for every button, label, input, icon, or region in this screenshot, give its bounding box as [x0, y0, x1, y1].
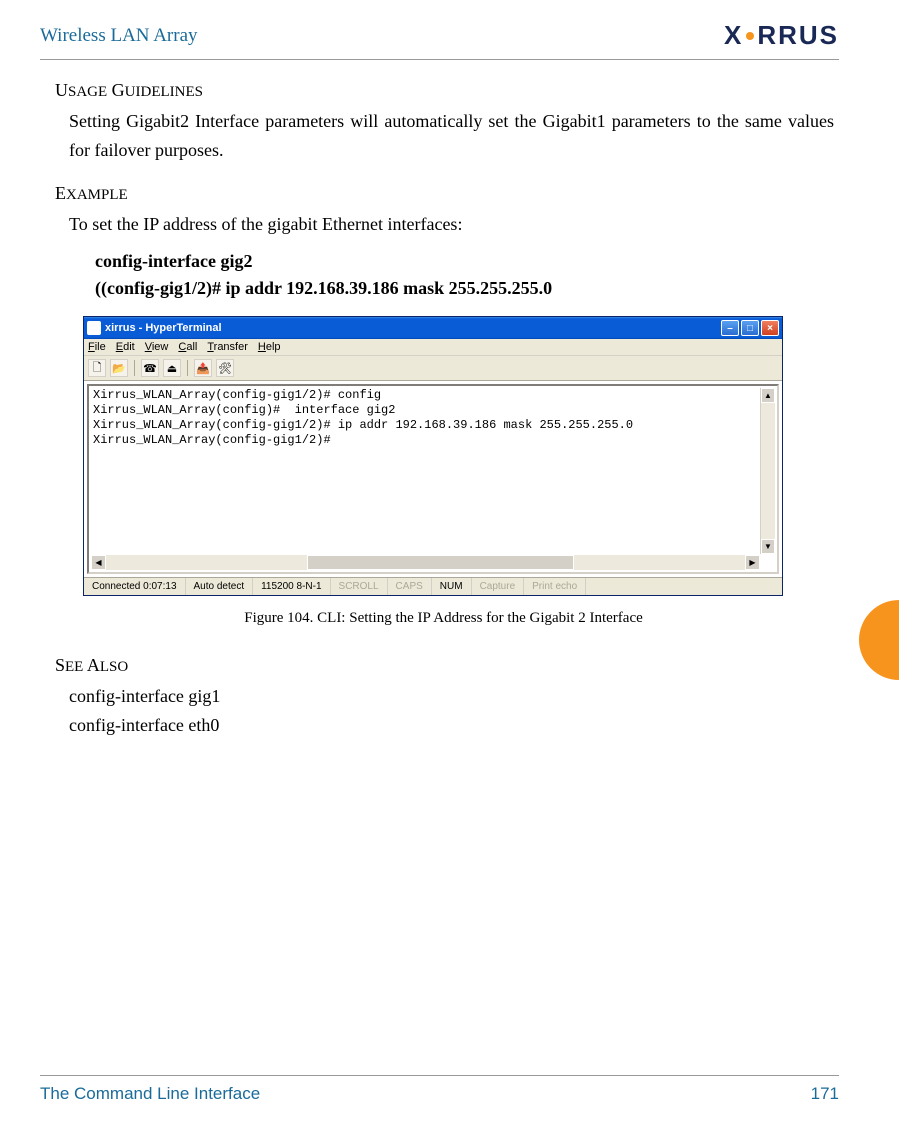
see-also-item-2: config-interface eth0 — [69, 711, 834, 740]
xirrus-logo: XRRUS — [724, 20, 839, 51]
page-content: USAGE GUIDELINES Setting Gigabit2 Interf… — [40, 80, 839, 740]
footer-section: The Command Line Interface — [40, 1084, 260, 1104]
menu-call[interactable]: Call — [178, 341, 197, 353]
page-footer: The Command Line Interface 171 — [40, 1075, 839, 1104]
window-title: xirrus - HyperTerminal — [105, 322, 222, 334]
usage-guidelines-heading: USAGE GUIDELINES — [55, 80, 834, 101]
toolbar-call-icon[interactable]: ☎ — [141, 359, 159, 377]
footer-page-number: 171 — [811, 1084, 839, 1104]
toolbar: 🗋 📂 ☎ ⏏ 📤 🛠 — [84, 356, 782, 381]
toolbar-send-icon[interactable]: 📤 — [194, 359, 212, 377]
menu-view[interactable]: View — [145, 341, 169, 353]
app-icon — [87, 321, 101, 335]
scroll-thumb[interactable] — [307, 555, 575, 570]
status-scroll: SCROLL — [331, 578, 388, 595]
minimize-button[interactable]: – — [721, 320, 739, 336]
menu-transfer[interactable]: Transfer — [207, 341, 248, 353]
scroll-left-icon[interactable]: ◀ — [91, 555, 106, 570]
titlebar: xirrus - HyperTerminal – □ × — [84, 317, 782, 339]
toolbar-open-icon[interactable]: 📂 — [110, 359, 128, 377]
toolbar-properties-icon[interactable]: 🛠 — [216, 359, 234, 377]
figure-container: xirrus - HyperTerminal – □ × File Edit V… — [83, 316, 834, 627]
logo-dot-icon — [746, 32, 754, 40]
status-echo: Print echo — [524, 578, 586, 595]
scroll-down-icon[interactable]: ▼ — [761, 539, 775, 554]
page-side-tab — [859, 600, 899, 680]
menu-edit[interactable]: Edit — [116, 341, 135, 353]
vertical-scrollbar[interactable]: ▲ ▼ — [760, 388, 775, 554]
example-intro: To set the IP address of the gigabit Eth… — [69, 210, 834, 239]
usage-guidelines-text: Setting Gigabit2 Interface parameters wi… — [69, 107, 834, 165]
status-detect: Auto detect — [186, 578, 254, 595]
toolbar-new-icon[interactable]: 🗋 — [88, 359, 106, 377]
menu-file[interactable]: File — [88, 341, 106, 353]
page-header: Wireless LAN Array XRRUS — [40, 20, 839, 60]
menu-help[interactable]: Help — [258, 341, 281, 353]
maximize-button[interactable]: □ — [741, 320, 759, 336]
close-button[interactable]: × — [761, 320, 779, 336]
status-baud: 115200 8-N-1 — [253, 578, 330, 595]
figure-caption: Figure 104. CLI: Setting the IP Address … — [53, 610, 834, 627]
scroll-up-icon[interactable]: ▲ — [761, 388, 775, 403]
example-heading: EXAMPLE — [55, 183, 834, 204]
status-capture: Capture — [472, 578, 525, 595]
terminal-output: Xirrus_WLAN_Array(config-gig1/2)# config… — [89, 386, 777, 450]
header-title: Wireless LAN Array — [40, 25, 198, 47]
see-also-item-1: config-interface gig1 — [69, 682, 834, 711]
status-caps: CAPS — [388, 578, 432, 595]
status-num: NUM — [432, 578, 472, 595]
hyperterminal-window: xirrus - HyperTerminal – □ × File Edit V… — [83, 316, 783, 596]
horizontal-scrollbar[interactable]: ◀ ▶ — [91, 555, 760, 570]
toolbar-disconnect-icon[interactable]: ⏏ — [163, 359, 181, 377]
terminal-content-area: Xirrus_WLAN_Array(config-gig1/2)# config… — [84, 381, 782, 577]
status-connected: Connected 0:07:13 — [84, 578, 186, 595]
scroll-right-icon[interactable]: ▶ — [745, 555, 760, 570]
statusbar: Connected 0:07:13 Auto detect 115200 8-N… — [84, 577, 782, 595]
example-cmd-2: ((config-gig1/2)# ip addr 192.168.39.186… — [95, 275, 834, 302]
menubar: File Edit View Call Transfer Help — [84, 339, 782, 356]
see-also-heading: SEE ALSO — [55, 655, 834, 676]
example-commands: config-interface gig2 ((config-gig1/2)# … — [95, 248, 834, 302]
example-cmd-1: config-interface gig2 — [95, 248, 834, 275]
